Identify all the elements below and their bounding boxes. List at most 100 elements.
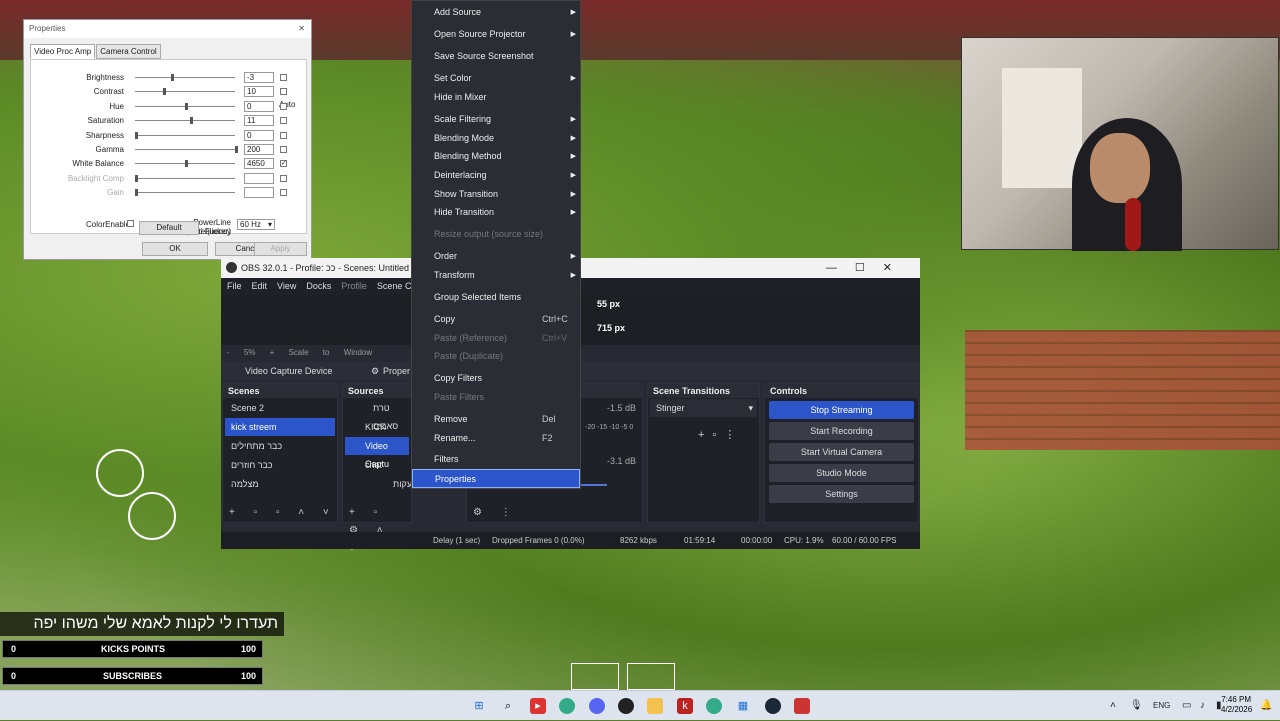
- property-slider[interactable]: [135, 117, 235, 125]
- slider-knob[interactable]: [163, 88, 166, 96]
- tab-camera-control[interactable]: Camera Control: [96, 44, 161, 59]
- start-recording-button[interactable]: Start Recording: [769, 422, 914, 440]
- menu-item-deinterlacing[interactable]: Deinterlacing ▶: [412, 166, 580, 185]
- menu-item-transform[interactable]: Transform ▶: [412, 266, 580, 285]
- maximize-icon[interactable]: ☐: [855, 262, 883, 274]
- close-icon[interactable]: ✕: [298, 20, 305, 38]
- menu-item-hide-transition[interactable]: Hide Transition ▶: [412, 203, 580, 222]
- windows-start-icon[interactable]: ⊞: [471, 698, 487, 714]
- scenes-toolbar[interactable]: + ▫ ▫ ˄ ˅: [223, 504, 337, 522]
- mic-icon[interactable]: 🎙: [1130, 691, 1143, 721]
- studio-mode-button[interactable]: Studio Mode: [769, 464, 914, 482]
- menu-item-rename[interactable]: Rename... F2: [412, 429, 580, 448]
- scene-item[interactable]: מצלמה: [225, 475, 335, 493]
- menu-item-open-source-projector[interactable]: Open Source Projector ▶: [412, 25, 580, 44]
- property-value[interactable]: 11: [244, 115, 274, 127]
- menu-item-paste-filters[interactable]: Paste Filters: [412, 388, 580, 407]
- menu-profile[interactable]: Profile: [341, 278, 367, 295]
- slider-knob[interactable]: [185, 160, 188, 168]
- transition-select[interactable]: Stinger ▾: [650, 399, 757, 417]
- chevron-up-icon[interactable]: ˄: [1110, 691, 1116, 721]
- auto-checkbox[interactable]: [280, 189, 287, 197]
- slider-knob[interactable]: [235, 146, 238, 153]
- menu-item-group-selected-items[interactable]: Group Selected Items: [412, 288, 580, 307]
- folder-icon[interactable]: [647, 698, 663, 714]
- scene-item[interactable]: כבר חוזרים: [225, 456, 335, 474]
- property-slider[interactable]: [135, 102, 235, 110]
- property-value[interactable]: 4650: [244, 158, 274, 170]
- menu-item-order[interactable]: Order ▶: [412, 247, 580, 266]
- language-indicator[interactable]: ENG: [1153, 691, 1170, 721]
- menu-item-set-color[interactable]: Set Color ▶: [412, 69, 580, 88]
- auto-checkbox[interactable]: [280, 174, 287, 182]
- auto-checkbox[interactable]: [280, 117, 287, 125]
- start-virtual-camera-button[interactable]: Start Virtual Camera: [769, 443, 914, 461]
- search-icon[interactable]: ⌕: [500, 698, 516, 714]
- auto-checkbox[interactable]: [280, 102, 287, 110]
- menu-item-save-source-screenshot[interactable]: Save Source Screenshot: [412, 47, 580, 66]
- menu-item-hide-in-mixer[interactable]: Hide in Mixer: [412, 88, 580, 107]
- menu-item-paste-reference[interactable]: Paste (Reference) Ctrl+V: [412, 329, 580, 348]
- menu-item-paste-duplicate[interactable]: Paste (Duplicate): [412, 347, 580, 366]
- slider-knob[interactable]: [190, 117, 193, 125]
- slider-knob[interactable]: [135, 131, 138, 139]
- menu-edit[interactable]: Edit: [252, 278, 268, 295]
- settings-button[interactable]: Settings: [769, 485, 914, 503]
- clock[interactable]: 7:46 PM 4/2/2026: [1221, 695, 1252, 715]
- network-icon[interactable]: ▭: [1182, 691, 1191, 721]
- menu-view[interactable]: View: [277, 278, 296, 295]
- apply-button[interactable]: Apply: [254, 242, 307, 256]
- menu-docks[interactable]: Docks: [306, 278, 331, 295]
- auto-checkbox[interactable]: [280, 131, 287, 139]
- gear-icon[interactable]: ⚙: [371, 362, 379, 380]
- auto-checkbox[interactable]: [280, 88, 287, 96]
- property-slider[interactable]: [135, 174, 235, 182]
- slider-knob[interactable]: [135, 174, 138, 182]
- property-value[interactable]: 200: [244, 144, 274, 155]
- grid-icon[interactable]: ▦: [735, 698, 751, 714]
- property-slider[interactable]: [135, 74, 235, 81]
- ok-button[interactable]: OK: [142, 242, 208, 256]
- property-value[interactable]: 0: [244, 100, 274, 112]
- powerline-select[interactable]: 60 Hz ▾: [237, 219, 275, 230]
- menu-item-filters[interactable]: Filters: [412, 450, 580, 469]
- app-icon[interactable]: ▸: [530, 698, 546, 714]
- menu-item-copy-filters[interactable]: Copy Filters: [412, 369, 580, 388]
- auto-checkbox[interactable]: ✓: [280, 160, 287, 168]
- menu-item-scale-filtering[interactable]: Scale Filtering ▶: [412, 110, 580, 129]
- app-icon[interactable]: [794, 698, 810, 714]
- volume-icon[interactable]: ♪: [1200, 691, 1205, 721]
- property-value[interactable]: 10: [244, 86, 274, 98]
- steam-icon[interactable]: [765, 698, 781, 714]
- auto-checkbox[interactable]: [280, 146, 287, 153]
- color-enable-checkbox[interactable]: [127, 220, 134, 227]
- property-value[interactable]: [244, 187, 274, 199]
- menu-item-blending-mode[interactable]: Blending Mode ▶: [412, 129, 580, 148]
- slider-knob[interactable]: [135, 189, 138, 197]
- auto-checkbox[interactable]: [280, 74, 287, 81]
- menu-item-properties[interactable]: Properties: [412, 469, 580, 488]
- menu-file[interactable]: File: [227, 278, 242, 295]
- zoom-controls[interactable]: - 5% + Scale to Window: [227, 348, 372, 357]
- scene-item[interactable]: kick streem: [225, 418, 335, 436]
- property-slider[interactable]: [135, 160, 235, 168]
- scene-item[interactable]: Scene 2: [225, 399, 335, 417]
- tab-video-proc-amp[interactable]: Video Proc Amp: [30, 44, 96, 59]
- properties-button[interactable]: Proper: [383, 362, 410, 380]
- menu-item-add-source[interactable]: Add Source ▶: [412, 3, 580, 22]
- menu-item-remove[interactable]: Remove Del: [412, 410, 580, 429]
- property-slider[interactable]: [135, 88, 235, 96]
- source-item[interactable]: chat: [345, 456, 409, 474]
- stop-streaming-button[interactable]: Stop Streaming: [769, 401, 914, 419]
- default-button[interactable]: Default: [139, 221, 199, 235]
- menu-item-show-transition[interactable]: Show Transition ▶: [412, 185, 580, 204]
- property-slider[interactable]: [135, 146, 238, 153]
- menu-item-copy[interactable]: Copy Ctrl+C: [412, 310, 580, 329]
- source-item[interactable]: אזעקות: [345, 475, 421, 493]
- mixer-toolbar[interactable]: ⚙ ⋮: [467, 504, 642, 522]
- transition-toolbar[interactable]: +▫⋮: [698, 428, 743, 441]
- property-value[interactable]: -3: [244, 72, 274, 83]
- chrome-icon[interactable]: [559, 698, 575, 714]
- slider-knob[interactable]: [171, 74, 174, 81]
- property-value[interactable]: 0: [244, 129, 274, 141]
